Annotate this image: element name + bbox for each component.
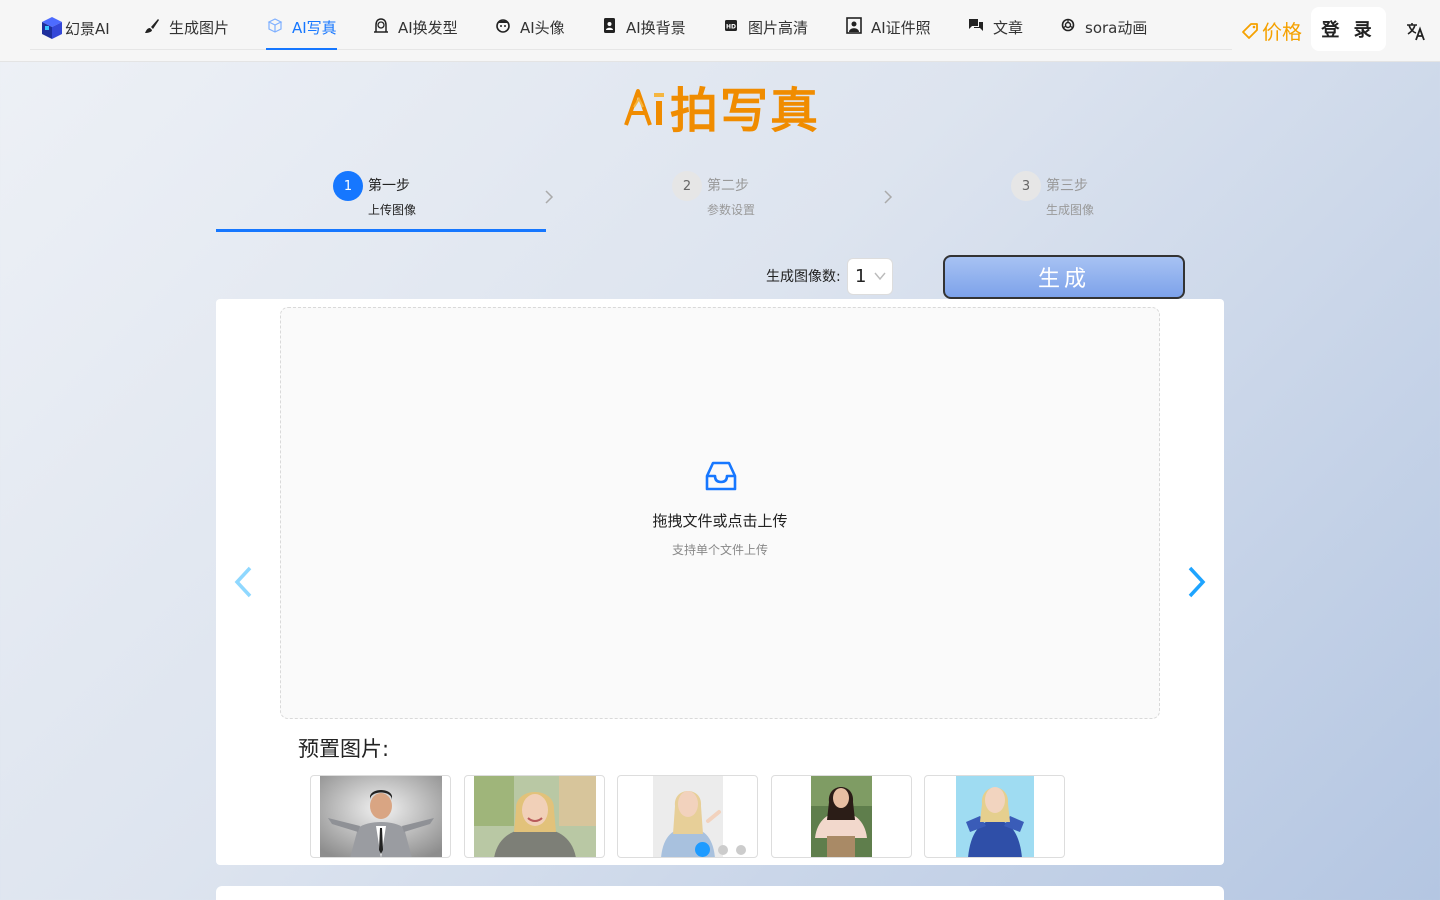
hair-icon [372,17,390,35]
price-tag-icon [1242,22,1258,39]
preset-images-title: 预置图片: [298,737,390,761]
step-number: 3 [1011,171,1041,201]
carousel-dot-2[interactable] [718,844,728,855]
ai-logo-icon [624,89,664,126]
carousel-pagination [695,842,754,857]
openai-icon [1059,17,1077,35]
login-button[interactable]: 登 录 [1311,7,1386,51]
id-photo-icon [845,17,863,35]
nav-item-image-hd[interactable]: HD 图片高清 [722,17,808,50]
nav-item-ai-avatar[interactable]: AI头像 [494,17,565,50]
results-panel [216,886,1224,900]
carousel-dot-3[interactable] [736,844,746,855]
active-step-indicator [216,229,546,232]
pricing-label: 价格 [1262,20,1302,44]
translate-icon[interactable] [1405,20,1427,42]
nav-item-ai-id-photo[interactable]: AI证件照 [845,17,931,50]
nav-item-generate-image[interactable]: 生成图片 [143,17,229,50]
nav-item-ai-background[interactable]: AI换背景 [600,17,686,50]
chat-icon [967,17,985,35]
logo[interactable]: 幻景AI [40,16,110,40]
image-count-value: 1 [855,266,867,287]
upload-dropzone[interactable]: 拖拽文件或点击上传 支持单个文件上传 [280,307,1160,719]
pricing-link[interactable]: 价格 [1240,16,1302,45]
face-icon [494,17,512,35]
nav-item-ai-photo[interactable]: AI写真 [266,17,337,50]
nav-label: AI头像 [520,19,565,37]
brush-icon [143,17,161,35]
nav-item-ai-hairstyle[interactable]: AI换发型 [372,17,458,50]
step-2[interactable]: 2 第二步 参数设置 [672,171,755,218]
portrait-icon [600,17,618,35]
nav-label: AI写真 [292,19,337,37]
nav-label: 图片高清 [748,19,809,37]
carousel-next-arrow-icon[interactable] [1186,565,1208,599]
nav-label: 文章 [993,19,1024,37]
step-title: 第二步 [707,178,749,194]
nav-item-sora-animation[interactable]: sora动画 [1059,17,1147,50]
cube-icon [266,17,284,35]
chevron-right-icon [884,190,893,204]
nav-label: AI证件照 [871,19,931,37]
nav-label: AI换发型 [398,19,458,37]
generate-button[interactable]: 生成 [943,255,1185,299]
top-navigation-bar: 幻景AI 生成图片 AI写真 AI换发型 AI头像 AI换背景 HD 图片高清 … [0,0,1440,62]
preset-woman-sweater-image [474,776,596,857]
page-title-text: 拍写真 [670,83,821,139]
preset-man-suit-image [320,776,442,857]
chevron-down-icon [874,272,886,281]
step-title: 第三步 [1046,178,1088,194]
carousel-dot-1[interactable] [695,842,710,857]
preset-thumbnail[interactable] [464,775,605,858]
preset-woman-pink-blouse-image [811,776,872,857]
inbox-icon [705,461,737,491]
upload-hint: 支持单个文件上传 [671,543,768,557]
preset-thumbnail[interactable] [310,775,451,858]
carousel-prev-arrow-icon[interactable] [232,565,254,599]
preset-thumbnail[interactable] [924,775,1065,858]
step-description: 生成图像 [1046,203,1095,217]
step-number: 2 [672,171,702,201]
step-3[interactable]: 3 第三步 生成图像 [1011,171,1094,218]
image-count-select[interactable]: 1 [847,258,893,295]
preset-woman-blue-dress-image [956,776,1034,857]
logo-text: 幻景AI [65,19,110,38]
chevron-right-icon [545,190,554,204]
logo-cube-icon [42,17,62,39]
nav-item-articles[interactable]: 文章 [967,17,1023,50]
step-1[interactable]: 1 第一步 上传图像 [333,171,416,218]
nav-label: sora动画 [1085,19,1148,37]
step-description: 上传图像 [368,203,417,217]
page-title: 拍写真 [620,76,820,139]
upload-instruction: 拖拽文件或点击上传 [652,512,788,530]
hd-icon: HD [722,17,740,35]
step-description: 参数设置 [707,203,756,217]
nav-label: 生成图片 [169,19,230,37]
image-count-label: 生成图像数: [766,269,841,285]
preset-thumbnail[interactable] [771,775,912,858]
nav-label: AI换背景 [626,19,686,37]
svg-text:HD: HD [726,24,736,31]
step-title: 第一步 [368,178,410,194]
step-number: 1 [333,171,363,201]
